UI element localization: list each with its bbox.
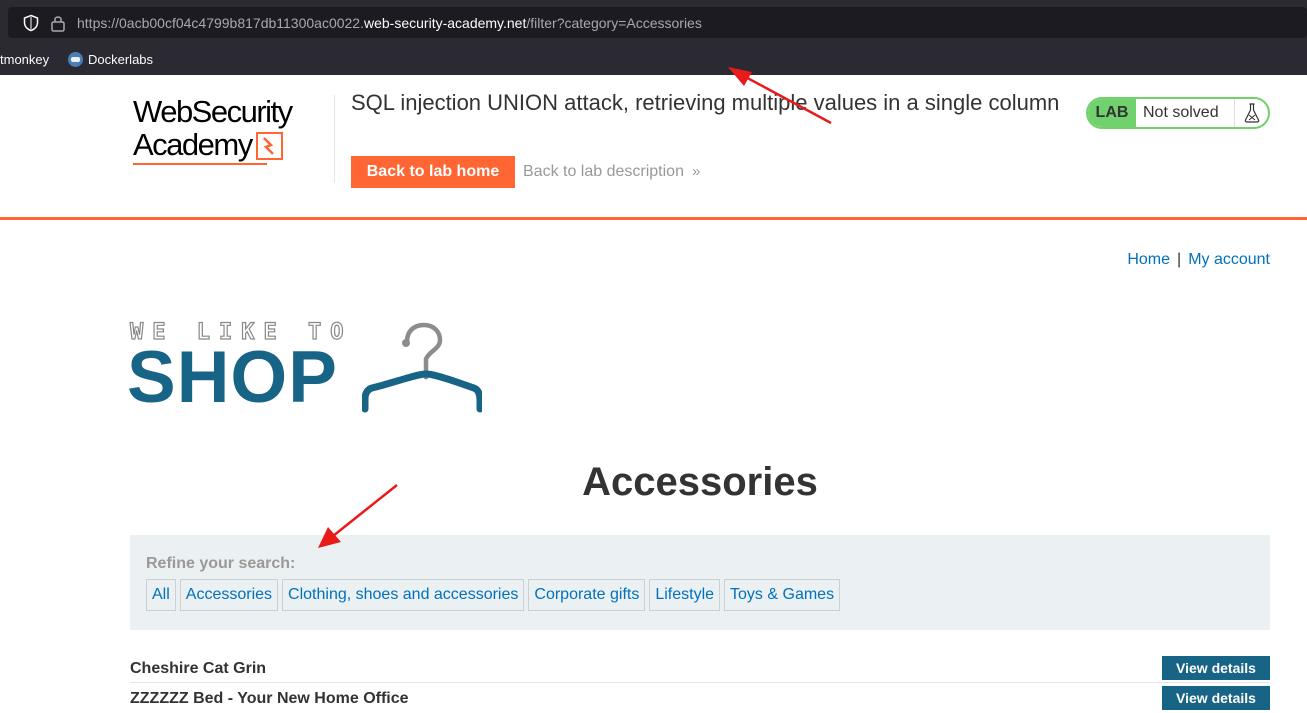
chevron-right-icon: » [691,163,701,180]
lab-badge: LAB [1088,99,1136,127]
lab-status-widget: LAB Not solved [1086,97,1270,129]
nav-home-link[interactable]: Home [1127,251,1170,268]
shop-word: SHOP [127,337,338,418]
header-divider [334,95,335,183]
view-details-button[interactable]: View details [1162,686,1270,710]
nav-separator: | [1177,251,1182,268]
bookmark-dockerlabs[interactable]: Dockerlabs [68,52,153,67]
table-row: ZZZZZZ Bed - Your New Home Office View d… [130,685,1270,713]
lab-status-text: Not solved [1136,99,1235,127]
web-security-academy-logo[interactable]: WebSecurity Academy [133,95,333,167]
page-title: Accessories [582,460,818,504]
address-bar[interactable]: https://0acb00cf04c4799b817db11300ac0022… [8,7,1307,38]
shop-logo: WE LIKE TO SHOP [127,319,482,418]
url-path: /filter?category=Accessories [526,15,702,31]
dockerlabs-favicon-icon [68,52,83,67]
url-host: web-security-academy.net [364,15,527,31]
bookmarks-bar: tmonkey Dockerlabs [0,44,1307,75]
logo-line2-wrap: Academy [133,128,333,161]
browser-toolbar: https://0acb00cf04c4799b817db11300ac0022… [0,0,1307,44]
bookmark-tampermonkey[interactable]: tmonkey [0,52,49,67]
lock-icon[interactable] [50,14,66,32]
logo-line1: WebSecurity [133,94,293,129]
url-prefix: https://0acb00cf04c4799b817db11300ac0022… [77,15,364,31]
filter-category-toys-games[interactable]: Toys & Games [724,579,841,611]
filter-category-corporate-gifts[interactable]: Corporate gifts [528,579,646,611]
product-name: Cheshire Cat Grin [130,660,267,677]
nav-my-account-link[interactable]: My account [1188,251,1270,268]
view-details-button[interactable]: View details [1162,656,1270,680]
table-row: Cheshire Cat Grin View details [130,655,1270,683]
logo-line2: Academy [133,127,253,162]
shield-icon[interactable] [22,14,40,32]
back-to-lab-description-link[interactable]: Back to lab description » [523,163,700,181]
back-to-lab-home-button[interactable]: Back to lab home [351,156,515,188]
filter-panel: Refine your search: All Accessories Clot… [130,535,1270,630]
filter-label: Refine your search: [146,555,296,572]
product-name: ZZZZZZ Bed - Your New Home Office [130,690,409,707]
hanger-icon [362,322,482,413]
filter-category-all[interactable]: All [146,579,176,611]
filter-category-clothing[interactable]: Clothing, shoes and accessories [282,579,525,611]
logo-bolt-icon [255,131,283,160]
lab-header: WebSecurity Academy SQL injection UNION … [0,75,1307,220]
filter-category-lifestyle[interactable]: Lifestyle [649,579,721,611]
back-desc-label: Back to lab description [523,163,684,180]
bookmark-label: Dockerlabs [88,52,154,67]
url-text[interactable]: https://0acb00cf04c4799b817db11300ac0022… [77,14,702,32]
flask-icon[interactable] [1235,99,1268,127]
filter-category-accessories[interactable]: Accessories [179,579,279,611]
top-nav: Home | My account [1127,251,1270,269]
lab-title: SQL injection UNION attack, retrieving m… [351,90,1060,115]
logo-underline [133,163,267,165]
bookmark-label: tmonkey [0,52,50,67]
filter-category-list: All Accessories Clothing, shoes and acce… [146,579,841,611]
